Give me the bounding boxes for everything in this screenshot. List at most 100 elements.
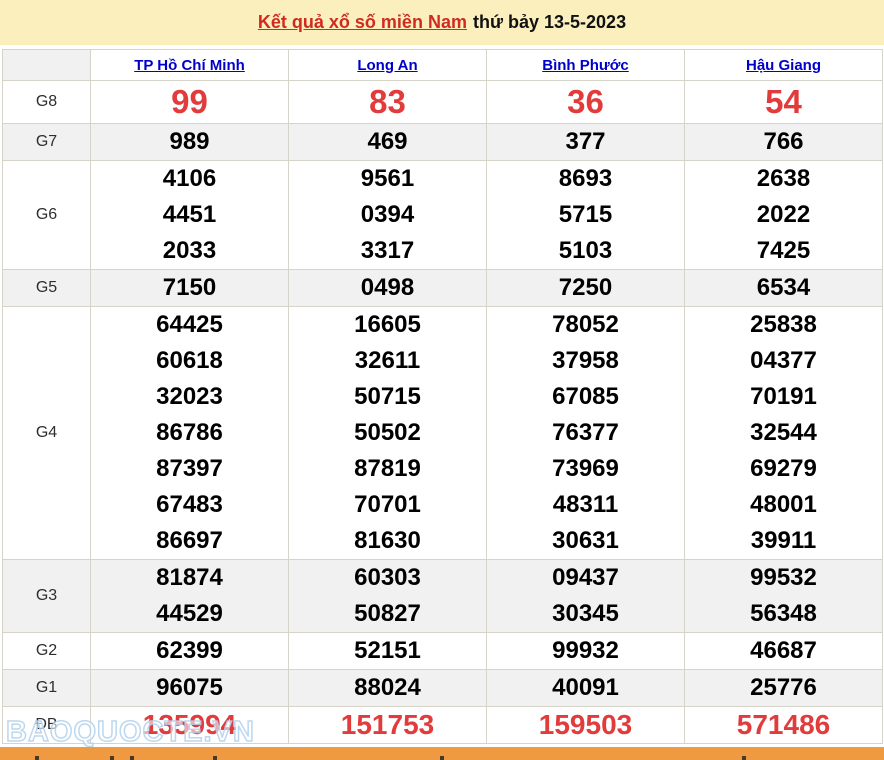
prize-cell-G7-col0: 989 [91,124,289,161]
column-header-haugiang: Hậu Giang [685,50,883,81]
prize-cell-G8-col0: 99 [91,81,289,124]
prize-number: 64425 [91,307,288,343]
prize-number: 52151 [289,633,486,669]
prize-number: 30345 [487,596,684,632]
prize-number: 6534 [685,270,882,306]
prize-number: 7425 [685,233,882,269]
lottery-results-table: TP Hồ Chí Minh Long An Bình Phước Hậu Gi… [2,49,883,744]
prize-label-G1: G1 [3,670,91,707]
prize-number: 2022 [685,197,882,233]
prize-number: 04377 [685,343,882,379]
prize-number: 7250 [487,270,684,306]
province-link-haugiang[interactable]: Hậu Giang [746,57,821,74]
prize-number: 4106 [91,161,288,197]
prize-number: 67483 [91,487,288,523]
prize-cell-G4-col0: 64425606183202386786873976748386697 [91,307,289,560]
cutoff-text-mark [130,756,134,760]
prize-number: 50715 [289,379,486,415]
prize-cell-G6-col1: 956103943317 [289,161,487,270]
province-link-longan[interactable]: Long An [357,57,417,74]
prize-number: 571486 [685,707,882,743]
prize-number: 78052 [487,307,684,343]
prize-row-G2: G262399521519993246687 [3,633,883,670]
prize-number: 151753 [289,707,486,743]
cutoff-text-mark [110,756,114,760]
prize-cell-G8-col2: 36 [487,81,685,124]
prize-label-G8: G8 [3,81,91,124]
prize-number: 48001 [685,487,882,523]
prize-number: 70191 [685,379,882,415]
prize-number: 81874 [91,560,288,596]
prize-number: 5103 [487,233,684,269]
prize-cell-G3-col0: 8187444529 [91,560,289,633]
prize-cell-G6-col0: 410644512033 [91,161,289,270]
prize-number: 86786 [91,415,288,451]
prize-number: 989 [91,124,288,160]
prize-number: 50502 [289,415,486,451]
column-header-row: TP Hồ Chí Minh Long An Bình Phước Hậu Gi… [3,50,883,81]
prize-number: 88024 [289,670,486,706]
prize-cell-G4-col2: 78052379586708576377739694831130631 [487,307,685,560]
title-date: thứ bảy 13-5-2023 [473,12,626,33]
prize-number: 81630 [289,523,486,559]
prize-number: 60303 [289,560,486,596]
prize-number: 99932 [487,633,684,669]
prize-row-G1: G196075880244009125776 [3,670,883,707]
prize-label-G4: G4 [3,307,91,560]
title-link[interactable]: Kết quả xổ số miền Nam [258,12,467,33]
prize-cell-G8-col1: 83 [289,81,487,124]
prize-number: 37958 [487,343,684,379]
prize-cell-ĐB-col2: 159503 [487,707,685,744]
prize-cell-G1-col3: 25776 [685,670,883,707]
province-link-tphcm[interactable]: TP Hồ Chí Minh [134,57,245,74]
prize-number: 32611 [289,343,486,379]
prize-row-ĐB: ĐB135994151753159503571486 [3,707,883,744]
prize-cell-G2-col3: 46687 [685,633,883,670]
column-header-longan: Long An [289,50,487,81]
prize-number: 96075 [91,670,288,706]
prize-cell-ĐB-col3: 571486 [685,707,883,744]
prize-cell-ĐB-col1: 151753 [289,707,487,744]
prize-number: 76377 [487,415,684,451]
prize-number: 159503 [487,707,684,743]
prize-cell-G2-col2: 99932 [487,633,685,670]
prize-label-G7: G7 [3,124,91,161]
province-link-binhphuoc[interactable]: Bình Phước [542,57,629,74]
prize-number: 9561 [289,161,486,197]
prize-number: 48311 [487,487,684,523]
prize-number: 09437 [487,560,684,596]
prize-number: 25838 [685,307,882,343]
cutoff-text-mark [742,756,746,760]
prize-cell-G2-col1: 52151 [289,633,487,670]
prize-number: 54 [685,81,882,123]
prize-number: 7150 [91,270,288,306]
prize-label-G5: G5 [3,270,91,307]
prize-cell-G4-col1: 16605326115071550502878197070181630 [289,307,487,560]
prize-cell-G5-col3: 6534 [685,270,883,307]
prize-number: 30631 [487,523,684,559]
prize-cell-ĐB-col0: 135994 [91,707,289,744]
prize-number: 70701 [289,487,486,523]
prize-row-G7: G7989469377766 [3,124,883,161]
prize-cell-G1-col2: 40091 [487,670,685,707]
prize-number: 766 [685,124,882,160]
prize-number: 39911 [685,523,882,559]
prize-cell-G7-col2: 377 [487,124,685,161]
cutoff-text-mark [213,756,217,760]
prize-number: 32544 [685,415,882,451]
prize-number: 469 [289,124,486,160]
prize-number: 5715 [487,197,684,233]
prize-row-G5: G57150049872506534 [3,270,883,307]
prize-cell-G3-col3: 9953256348 [685,560,883,633]
prize-cell-G5-col1: 0498 [289,270,487,307]
prize-label-G3: G3 [3,560,91,633]
prize-number: 73969 [487,451,684,487]
prize-number: 32023 [91,379,288,415]
prize-cell-G1-col1: 88024 [289,670,487,707]
page-header-banner: Kết quả xổ số miền Nam thứ bảy 13-5-2023 [0,0,884,45]
column-header-tphcm: TP Hồ Chí Minh [91,50,289,81]
prize-number: 56348 [685,596,882,632]
prize-cell-G6-col3: 263820227425 [685,161,883,270]
prize-label-ĐB: ĐB [3,707,91,744]
prize-number: 60618 [91,343,288,379]
